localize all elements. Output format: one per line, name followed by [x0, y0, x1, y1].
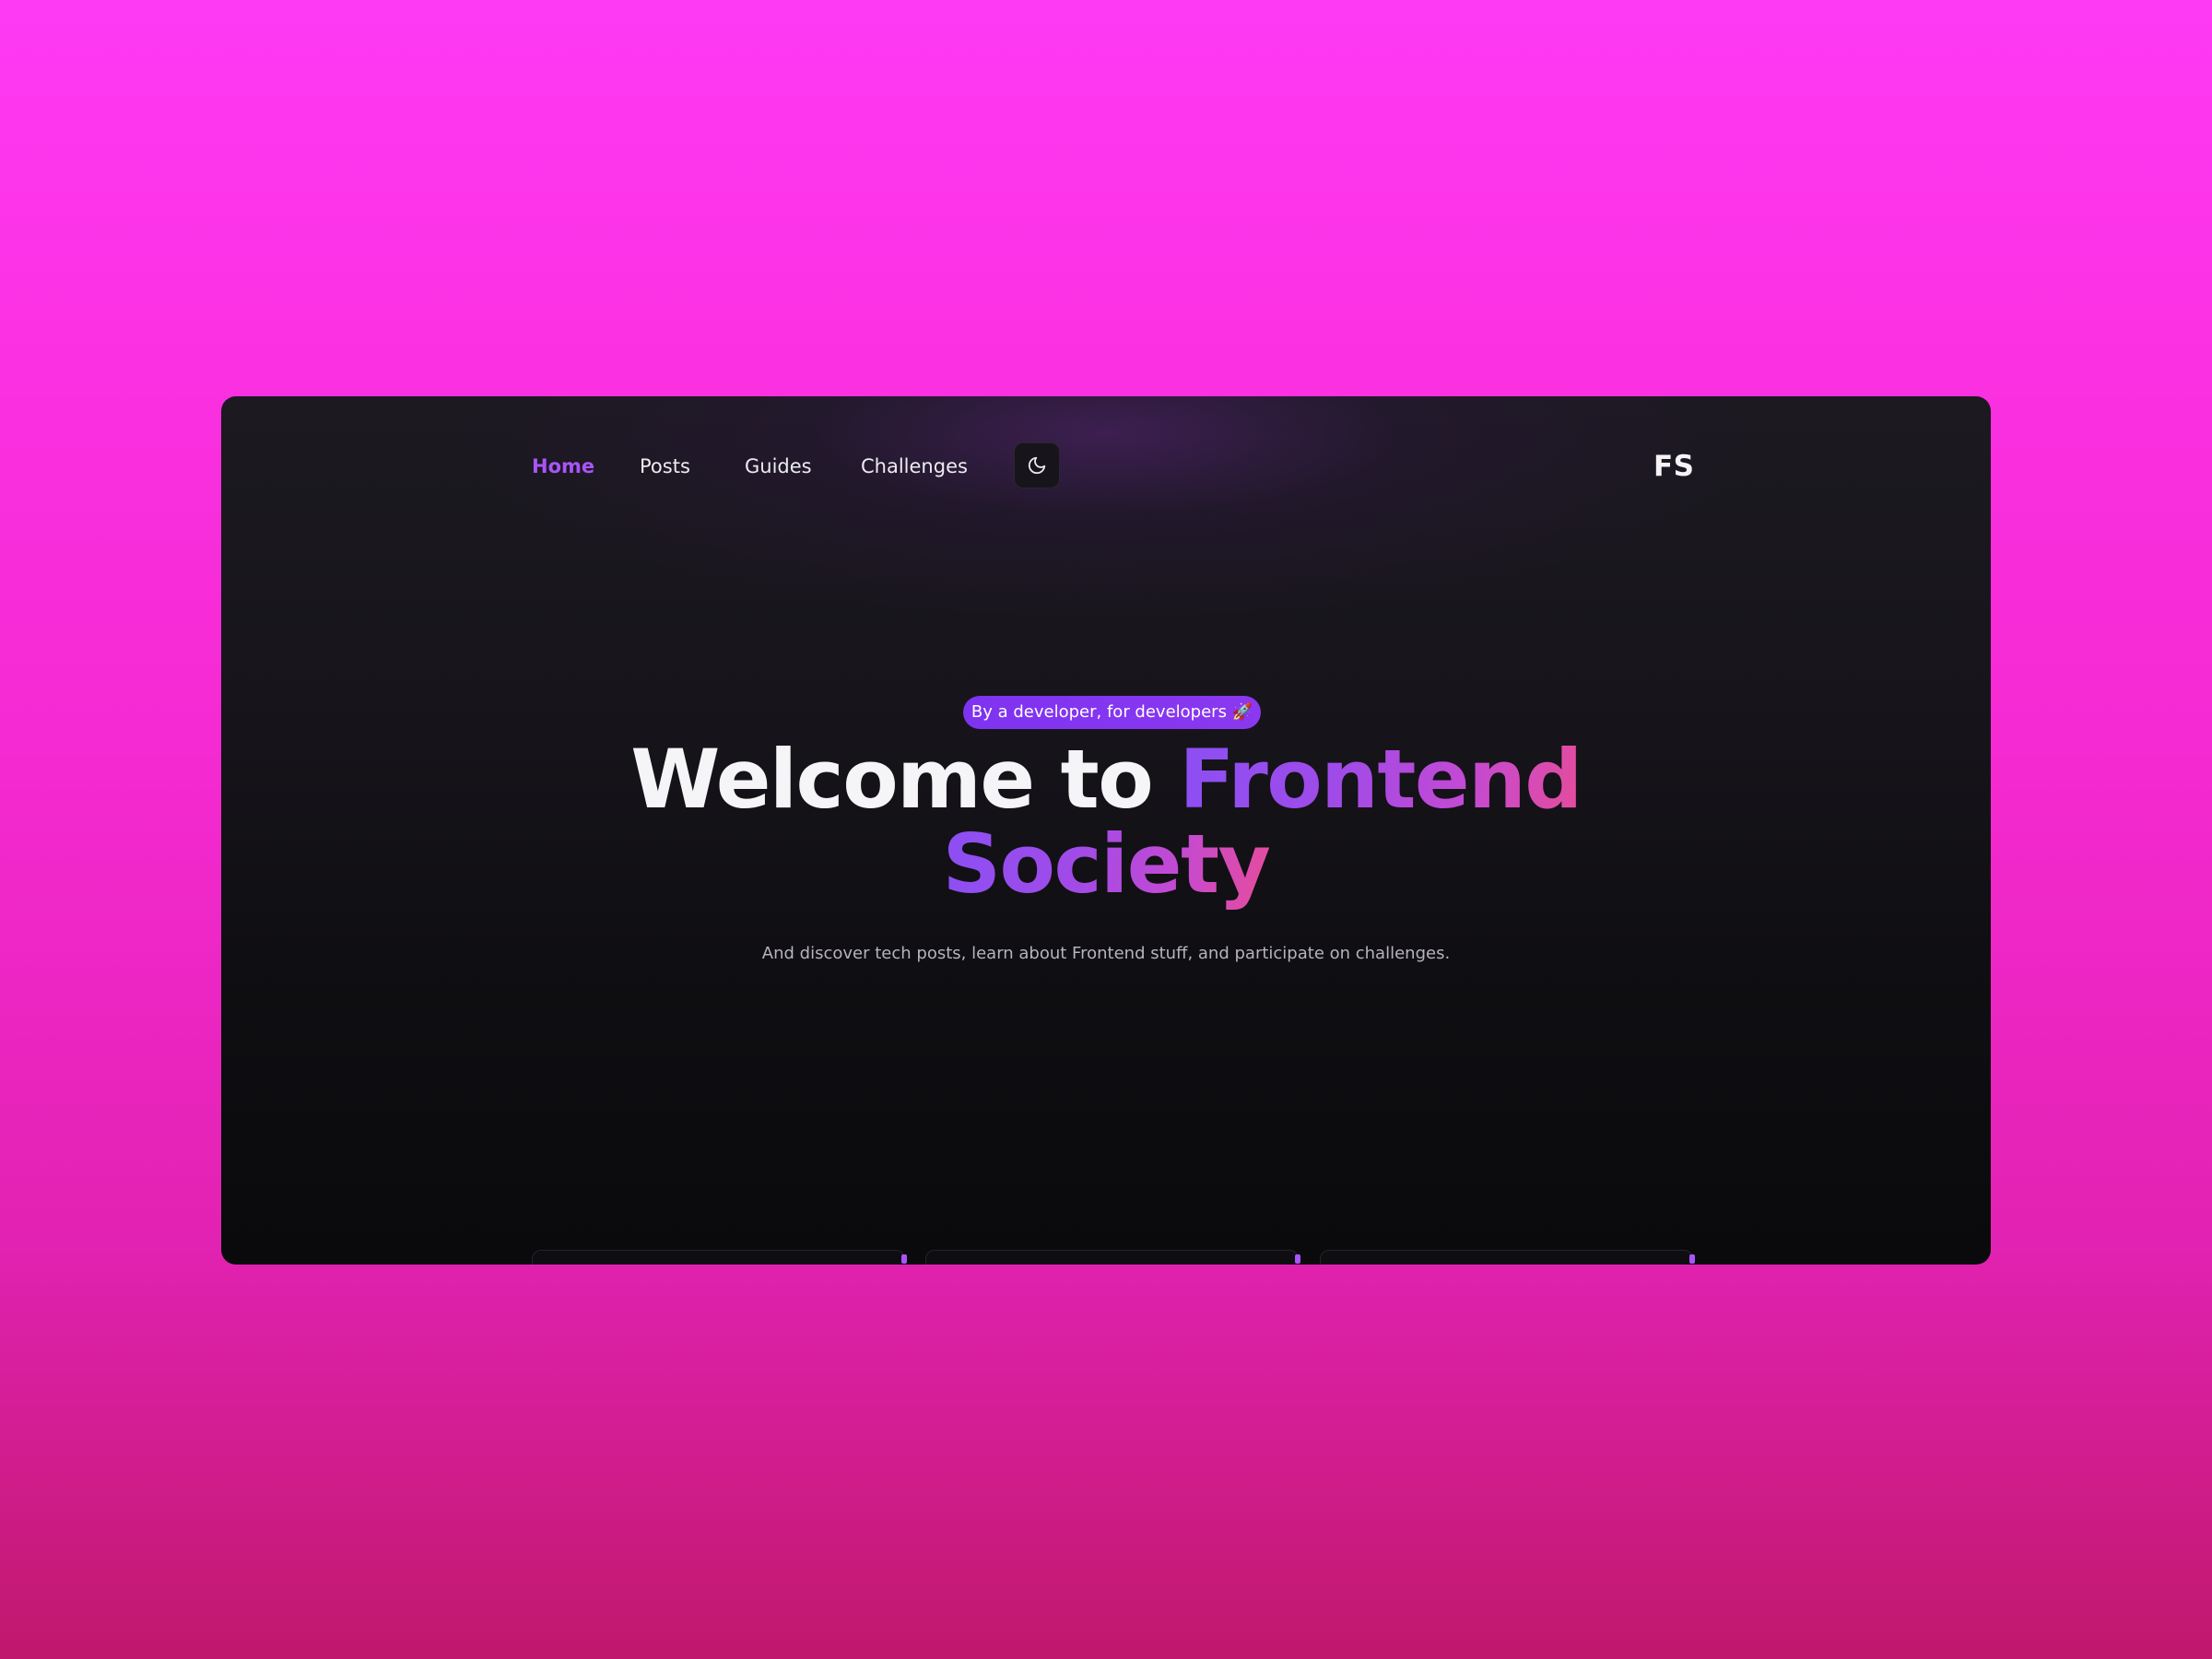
- feature-card[interactable]: [1320, 1250, 1695, 1265]
- nav-link-home[interactable]: Home: [532, 452, 594, 481]
- hero-subtitle: And discover tech posts, learn about Fro…: [761, 944, 1451, 963]
- tagline-badge: By a developer, for developers 🚀: [963, 696, 1261, 729]
- headline-highlight-society: Society: [942, 817, 1271, 912]
- nav-link-challenges[interactable]: Challenges: [861, 452, 968, 481]
- theme-toggle-button[interactable]: [1014, 442, 1060, 488]
- nav-link-posts[interactable]: Posts: [640, 452, 690, 481]
- browser-window: Home Posts Guides Challenges FS By a dev…: [221, 396, 1991, 1265]
- headline-plain-text: Welcome to: [630, 732, 1180, 827]
- site-logo[interactable]: FS: [1653, 448, 1695, 485]
- moon-icon: [1028, 456, 1046, 475]
- nav-link-guides[interactable]: Guides: [745, 452, 812, 481]
- hero-headline: Welcome to Frontend Society: [553, 737, 1659, 907]
- feature-card[interactable]: [925, 1250, 1300, 1265]
- top-navigation: Home Posts Guides Challenges FS: [221, 396, 1991, 535]
- headline-highlight-frontend: Frontend: [1179, 732, 1583, 827]
- feature-card[interactable]: [532, 1250, 907, 1265]
